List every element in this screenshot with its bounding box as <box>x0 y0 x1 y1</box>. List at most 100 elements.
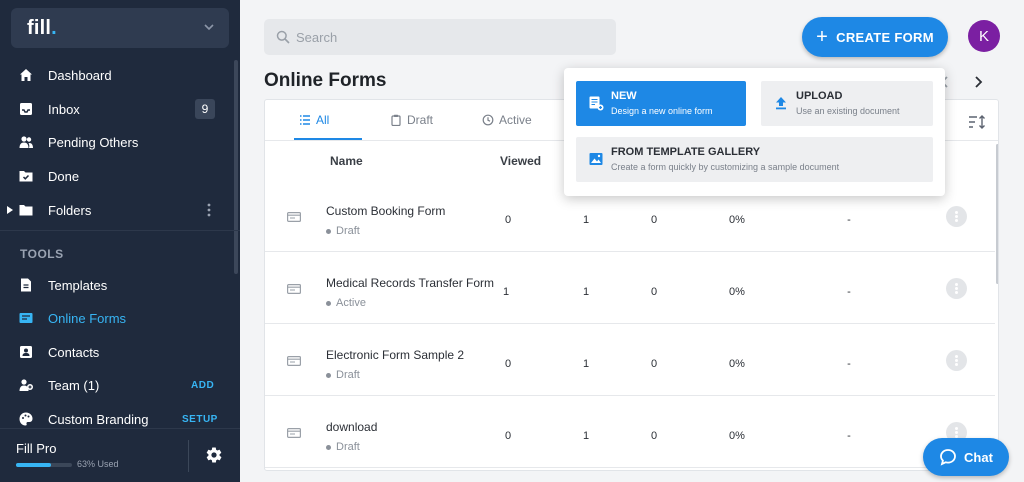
sidebar-item-label: Dashboard <box>48 67 112 83</box>
search-input[interactable] <box>296 19 596 55</box>
cell-value: 1 <box>582 430 590 442</box>
sidebar-item-label: Inbox <box>48 101 80 117</box>
form-icon <box>287 212 301 222</box>
cell-value: 0 <box>650 358 658 370</box>
page-title: Online Forms <box>264 70 387 91</box>
row-menu-button[interactable] <box>946 206 967 227</box>
cell-value: - <box>847 286 851 298</box>
search-box[interactable] <box>264 19 616 55</box>
sidebar-item-pending-others[interactable]: Pending Others <box>0 125 240 159</box>
option-title: UPLOAD <box>796 90 843 102</box>
option-subtitle: Design a new online form <box>611 106 713 116</box>
sidebar-item-inbox[interactable]: Inbox 9 <box>0 92 240 126</box>
form-name[interactable]: download <box>326 420 377 434</box>
cell-value: 0% <box>729 430 745 442</box>
status-label: Draft <box>336 441 360 453</box>
image-gallery-icon <box>589 153 603 165</box>
viewed-count: 0 <box>504 214 512 226</box>
setup-branding-link[interactable]: SETUP <box>182 414 218 425</box>
sidebar-item-folders[interactable]: Folders <box>0 193 240 227</box>
sidebar-item-online-forms[interactable]: Online Forms <box>0 301 240 335</box>
search-icon <box>276 30 290 44</box>
more-vertical-icon[interactable] <box>206 203 212 217</box>
create-form-label: CREATE FORM <box>836 29 934 45</box>
row-menu-button[interactable] <box>946 278 967 299</box>
folder-check-icon <box>19 171 33 182</box>
list-icon <box>300 115 310 125</box>
upload-option[interactable]: UPLOAD Use an existing document <box>761 81 933 126</box>
sidebar-item-label: Contacts <box>48 344 100 360</box>
sidebar-item-done[interactable]: Done <box>0 159 240 193</box>
chat-label: Chat <box>964 449 993 465</box>
status-badge: Active <box>326 297 366 309</box>
storage-usage-fill <box>16 463 52 467</box>
cell-value: 1 <box>582 214 590 226</box>
user-avatar[interactable]: K <box>968 20 1000 52</box>
option-subtitle: Create a form quickly by customizing a s… <box>611 162 840 172</box>
chevron-right-icon[interactable] <box>973 76 983 88</box>
folder-icon <box>19 205 33 216</box>
viewed-count: 0 <box>504 430 512 442</box>
table-row[interactable]: download Draft 0 1 0 0% - <box>265 396 995 468</box>
column-header-viewed[interactable]: Viewed <box>500 154 541 168</box>
storage-usage-bar <box>16 463 72 467</box>
chevron-down-icon <box>204 24 214 31</box>
brand-logo: fill. <box>27 17 57 39</box>
document-icon <box>21 278 31 292</box>
status-badge: Draft <box>326 369 360 381</box>
table-row[interactable]: Medical Records Transfer Form Active 1 1… <box>265 252 995 324</box>
create-form-menu: NEW Design a new online form UPLOAD Use … <box>564 68 945 196</box>
tab-label: Active <box>499 113 532 127</box>
tab-active[interactable]: Active <box>482 100 532 140</box>
form-name[interactable]: Electronic Form Sample 2 <box>326 348 464 362</box>
row-menu-button[interactable] <box>946 350 967 371</box>
cell-value: 0 <box>650 430 658 442</box>
clock-icon <box>482 114 494 126</box>
column-header-name[interactable]: Name <box>330 154 363 168</box>
table-scrollbar[interactable] <box>996 144 998 284</box>
tab-all[interactable]: All <box>299 100 329 140</box>
chat-button[interactable]: Chat <box>923 438 1009 476</box>
sidebar-item-templates[interactable]: Templates <box>0 268 240 302</box>
home-icon <box>20 69 32 81</box>
caret-right-icon[interactable] <box>7 206 13 214</box>
footer-separator <box>188 440 189 472</box>
sidebar-item-custom-branding[interactable]: Custom Branding SETUP <box>0 402 240 436</box>
create-form-button[interactable]: + CREATE FORM <box>802 17 948 57</box>
sidebar-item-label: Team (1) <box>48 377 100 393</box>
sidebar-item-dashboard[interactable]: Dashboard <box>0 58 240 92</box>
new-form-option[interactable]: NEW Design a new online form <box>576 81 746 126</box>
plus-icon: + <box>816 26 829 48</box>
cell-value: 1 <box>582 286 590 298</box>
sidebar-item-contacts[interactable]: Contacts <box>0 335 240 369</box>
sidebar-item-team[interactable]: Team (1) ADD <box>0 368 240 402</box>
inbox-count-badge: 9 <box>195 99 215 119</box>
account-switcher[interactable]: fill. <box>11 8 229 48</box>
cell-value: 0% <box>729 214 745 226</box>
sort-icon[interactable] <box>968 114 986 130</box>
status-label: Active <box>336 297 366 309</box>
cell-value: 0% <box>729 286 745 298</box>
inbox-icon <box>20 103 32 115</box>
status-label: Draft <box>336 225 360 237</box>
status-badge: Draft <box>326 225 360 237</box>
new-form-icon <box>589 96 604 111</box>
sidebar-footer-divider <box>0 428 240 429</box>
add-team-member-link[interactable]: ADD <box>191 380 214 391</box>
form-name[interactable]: Medical Records Transfer Form <box>326 276 494 290</box>
table-row[interactable]: Electronic Form Sample 2 Draft 0 1 0 0% … <box>265 324 995 396</box>
tab-draft[interactable]: Draft <box>390 100 433 140</box>
sidebar-item-label: Online Forms <box>48 310 127 326</box>
option-title: FROM TEMPLATE GALLERY <box>611 146 761 158</box>
viewed-count: 1 <box>502 286 510 298</box>
status-dot <box>326 228 331 234</box>
clipboard-icon <box>391 114 401 126</box>
cell-value: 0% <box>729 358 745 370</box>
cell-value: 1 <box>582 358 590 370</box>
status-dot <box>326 372 331 378</box>
form-name[interactable]: Custom Booking Form <box>326 204 445 218</box>
form-icon <box>19 313 33 323</box>
template-gallery-option[interactable]: FROM TEMPLATE GALLERY Create a form quic… <box>576 137 933 182</box>
sidebar-item-label: Templates <box>48 277 108 293</box>
gear-icon[interactable] <box>205 446 223 464</box>
